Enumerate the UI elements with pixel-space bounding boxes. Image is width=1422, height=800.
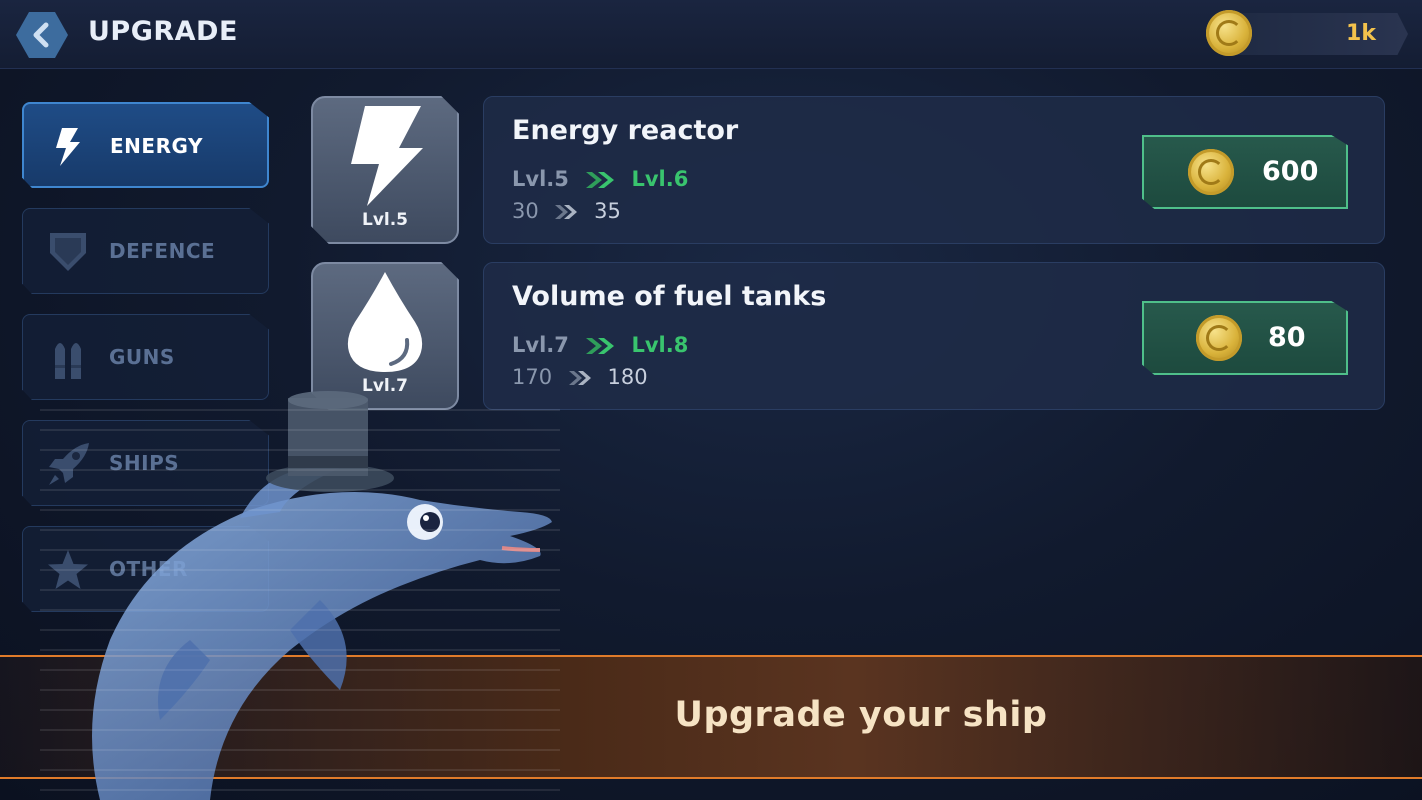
- top-bar: UPGRADE 1k: [0, 0, 1422, 69]
- sidebar-item-defence[interactable]: DEFENCE: [22, 208, 269, 294]
- level-to: Lvl.6: [631, 167, 689, 191]
- upgrade-name: Energy reactor: [512, 115, 739, 146]
- dolphin-mascot-hologram: [40, 391, 560, 800]
- upgrade-values: 30 35: [512, 199, 621, 223]
- double-chevron-right-icon: [586, 172, 615, 188]
- sidebar-item-label: ENERGY: [110, 134, 203, 158]
- upgrade-price: 80: [1268, 322, 1306, 353]
- upgrade-icon-tile: Lvl.5: [311, 96, 459, 244]
- buy-upgrade-button[interactable]: 80: [1142, 301, 1348, 375]
- upgrade-row: Volume of fuel tanks Lvl.7 Lvl.8 170 180…: [483, 262, 1385, 410]
- chevron-left-icon: [33, 22, 49, 48]
- sidebar-item-guns[interactable]: GUNS: [22, 314, 269, 400]
- tile-level-label: Lvl.5: [361, 210, 409, 230]
- upgrade-levels: Lvl.5 Lvl.6: [512, 167, 688, 191]
- currency-value: 1k: [1346, 21, 1376, 46]
- value-to: 180: [607, 365, 648, 389]
- value-from: 170: [512, 365, 553, 389]
- coin-icon: [1188, 149, 1234, 195]
- upgrade-name: Volume of fuel tanks: [512, 281, 827, 312]
- value-to: 35: [594, 199, 621, 223]
- shield-icon: [50, 233, 86, 271]
- upgrade-levels: Lvl.7 Lvl.8: [512, 333, 688, 357]
- double-chevron-right-icon: [586, 338, 615, 354]
- upgrade-row: Energy reactor Lvl.5 Lvl.6 30 35 600: [483, 96, 1385, 244]
- coin-icon: [1196, 315, 1242, 361]
- back-button[interactable]: [16, 12, 68, 58]
- level-from: Lvl.7: [512, 333, 569, 357]
- upgrade-price: 600: [1262, 156, 1319, 187]
- sidebar-item-label: GUNS: [109, 345, 175, 369]
- level-to: Lvl.8: [631, 333, 689, 357]
- currency-display: 1k: [1232, 13, 1408, 55]
- bullets-icon: [55, 343, 81, 379]
- sidebar-item-energy[interactable]: ENERGY: [22, 102, 269, 188]
- upgrade-icon-tile: Lvl.7: [311, 262, 459, 410]
- page-title: UPGRADE: [88, 16, 238, 47]
- level-from: Lvl.5: [512, 167, 569, 191]
- sidebar-item-label: DEFENCE: [109, 239, 216, 263]
- value-from: 30: [512, 199, 539, 223]
- double-chevron-right-icon: [568, 371, 591, 385]
- lightning-icon: [56, 128, 80, 166]
- double-chevron-right-icon: [555, 205, 578, 219]
- upgrade-values: 170 180: [512, 365, 648, 389]
- buy-upgrade-button[interactable]: 600: [1142, 135, 1348, 209]
- coin-icon: [1206, 10, 1252, 56]
